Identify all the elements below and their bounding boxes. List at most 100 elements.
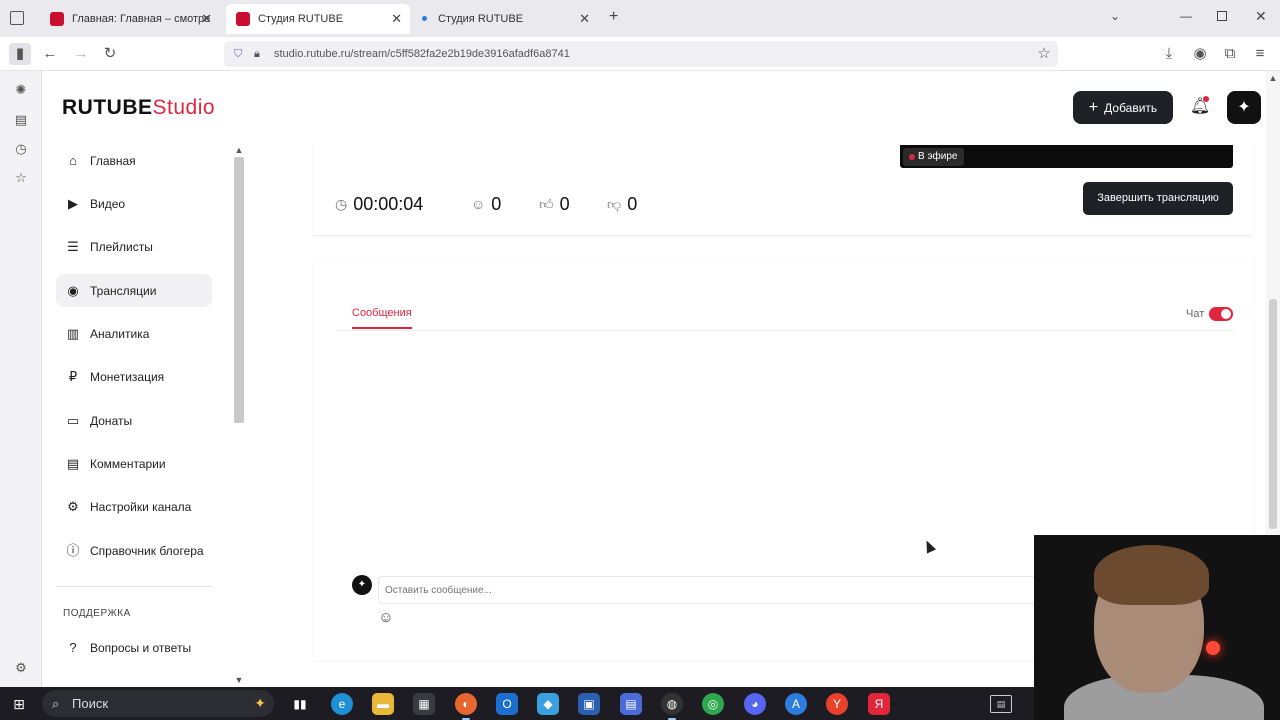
- firefox-icon[interactable]: ◐: [455, 693, 477, 720]
- url-text: studio.rutube.ru/stream/c5ff582fa2e2b19d…: [274, 48, 570, 60]
- ai-chat-icon[interactable]: ✺: [12, 81, 30, 99]
- new-tab-button[interactable]: +: [609, 8, 618, 26]
- star-icon[interactable]: ☆: [1033, 43, 1055, 65]
- history-icon[interactable]: ◷: [12, 140, 30, 158]
- page-scrollbar[interactable]: ▲: [1266, 71, 1280, 535]
- sidebar-item-playlists[interactable]: ☰ Плейлисты: [56, 230, 212, 263]
- sidebar-item-monetization[interactable]: ₽ Монетизация: [56, 360, 212, 393]
- scroll-down-icon[interactable]: ▼: [232, 675, 246, 685]
- webcam-overlay: [1034, 535, 1280, 720]
- app-cube-icon[interactable]: ◆: [537, 693, 559, 715]
- search-icon: ⌕: [52, 696, 60, 711]
- browser-nav-bar: ▮ ← → ↻ ⛉ 🔒︎ studio.rutube.ru/stream/c5f…: [0, 37, 1280, 71]
- browser-tab-bar: Главная: Главная – смотреть о ✕ Студия R…: [0, 0, 1280, 37]
- sidebar-item-faq[interactable]: ? Вопросы и ответы: [56, 631, 212, 664]
- obs-icon[interactable]: ◍: [661, 693, 683, 720]
- url-bar[interactable]: ⛉ 🔒︎ studio.rutube.ru/stream/c5ff582fa2e…: [224, 41, 1058, 67]
- add-button[interactable]: + Добавить: [1073, 91, 1173, 124]
- playlist-icon: ☰: [67, 238, 79, 254]
- discord-icon[interactable]: ◕: [744, 693, 766, 715]
- loading-dot-icon: [422, 16, 427, 21]
- chrome-icon[interactable]: ◎: [702, 693, 724, 715]
- scroll-up-icon[interactable]: ▲: [232, 145, 246, 155]
- add-button-label: Добавить: [1104, 100, 1158, 115]
- minimize-icon[interactable]: —: [1180, 9, 1192, 23]
- app-code-icon[interactable]: ▣: [578, 693, 600, 715]
- scroll-up-icon[interactable]: ▲: [1266, 73, 1280, 83]
- sidebar-item-label: Вопросы и ответы: [90, 640, 192, 655]
- app-remote-icon[interactable]: ▤: [620, 693, 642, 715]
- end-stream-button[interactable]: Завершить трансляцию: [1083, 182, 1233, 215]
- account-icon[interactable]: ◉: [1189, 43, 1211, 65]
- sidebar-divider: [56, 586, 212, 587]
- close-icon[interactable]: ✕: [391, 11, 402, 27]
- close-icon[interactable]: ✕: [201, 11, 212, 27]
- tray-news-icon[interactable]: ▤: [990, 695, 1012, 713]
- yandex-browser-icon[interactable]: Y: [826, 693, 848, 715]
- edge-icon[interactable]: e: [331, 693, 353, 715]
- browser-side-rail: ✺ ▤ ◷ ☆ ⚙: [0, 71, 42, 687]
- synced-tabs-icon[interactable]: ▤: [12, 111, 30, 129]
- sidebar-item-broadcasts[interactable]: ◉ Трансляции: [56, 274, 212, 307]
- close-icon[interactable]: ✕: [579, 11, 590, 27]
- logo-studio: Studio: [152, 96, 216, 119]
- sidebar-item-comments[interactable]: ▤ Комментарии: [56, 447, 212, 480]
- help-icon: ?: [69, 639, 77, 655]
- message-input[interactable]: [378, 576, 1038, 604]
- sidebar-panel-icon[interactable]: ▮: [9, 43, 31, 65]
- browser-tab-3[interactable]: Студия RUTUBE ✕: [412, 4, 598, 34]
- scrollbar-thumb[interactable]: [1269, 299, 1277, 529]
- file-explorer-icon[interactable]: ▬: [372, 693, 394, 715]
- restore-icon[interactable]: [1217, 11, 1227, 21]
- sidebar-item-donations[interactable]: ▭ Донаты: [56, 404, 212, 437]
- video-icon: ▶: [68, 195, 78, 211]
- taskbar-search[interactable]: ⌕ Поиск ✦: [42, 690, 274, 717]
- gear-icon[interactable]: ⚙: [12, 659, 30, 677]
- sidebar-item-label: Монетизация: [90, 369, 165, 384]
- arrow-left-icon[interactable]: ←: [39, 43, 61, 65]
- tab-messages[interactable]: Сообщения: [352, 307, 412, 329]
- stream-likes: 👍︎ 0: [539, 192, 570, 216]
- sidebar-toggle-icon[interactable]: [10, 11, 24, 25]
- windows-start-icon[interactable]: ⊞: [10, 695, 28, 713]
- window-close-icon[interactable]: ✕: [1255, 8, 1267, 25]
- broadcast-icon: ◉: [67, 282, 79, 298]
- sidebar-item-label: Настройки канала: [90, 499, 192, 514]
- notifications-bell-icon[interactable]: 🔔︎: [1189, 96, 1211, 118]
- logo-main: RUTUBE: [62, 96, 153, 119]
- arrow-right-icon[interactable]: →: [70, 43, 92, 65]
- sidebar-scrollbar[interactable]: ▲ ▼: [232, 145, 246, 687]
- tab-list-chevron-down-icon[interactable]: ⌄: [1110, 9, 1120, 23]
- reload-icon[interactable]: ↻: [99, 43, 121, 65]
- sidebar-item-analytics[interactable]: ▥ Аналитика: [56, 317, 212, 350]
- chat-toggle[interactable]: [1209, 307, 1233, 321]
- yandex-icon[interactable]: Я: [868, 693, 890, 715]
- taskbar-search-label: Поиск: [72, 696, 109, 711]
- browser-tab-2[interactable]: Студия RUTUBE ✕: [226, 4, 410, 34]
- stream-dislikes: 👎︎ 0: [607, 192, 637, 216]
- scrollbar-thumb[interactable]: [234, 157, 244, 423]
- sidebar-item-label: Трансляции: [90, 283, 157, 298]
- rutube-favicon-icon: [50, 12, 64, 26]
- sidebar-item-video[interactable]: ▶ Видео: [56, 187, 212, 220]
- task-view-icon[interactable]: ▮▮: [289, 693, 311, 715]
- sidebar-item-channel-settings[interactable]: ⚙ Настройки канала: [56, 490, 212, 523]
- lock-icon: 🔒︎: [254, 48, 260, 60]
- stream-duration: ◷ 00:00:04: [335, 192, 423, 216]
- avatar[interactable]: ✦: [1227, 91, 1261, 124]
- download-icon[interactable]: ⤓: [1158, 43, 1180, 65]
- outlook-icon[interactable]: O: [496, 693, 518, 715]
- sidebar-item-label: Справочник блогера: [90, 543, 204, 558]
- sidebar-item-home[interactable]: ⌂ Главная: [56, 144, 212, 177]
- store-icon[interactable]: ▦: [413, 693, 435, 715]
- app-store-icon[interactable]: A: [785, 693, 807, 715]
- rutube-studio-logo[interactable]: RUTUBEStudio: [62, 96, 215, 120]
- sidebar-item-blogger-guide[interactable]: ⓘ Справочник блогера: [56, 534, 212, 567]
- browser-tab-1[interactable]: Главная: Главная – смотреть о ✕: [40, 4, 220, 34]
- menu-icon[interactable]: ≡: [1249, 43, 1271, 65]
- bookmarks-star-icon[interactable]: ☆: [12, 169, 30, 187]
- extensions-icon[interactable]: ⧉: [1219, 43, 1241, 65]
- rutube-favicon-icon: [236, 12, 250, 26]
- emoji-icon[interactable]: ☺: [377, 609, 395, 627]
- copilot-sparkle-icon: ✦: [254, 695, 266, 711]
